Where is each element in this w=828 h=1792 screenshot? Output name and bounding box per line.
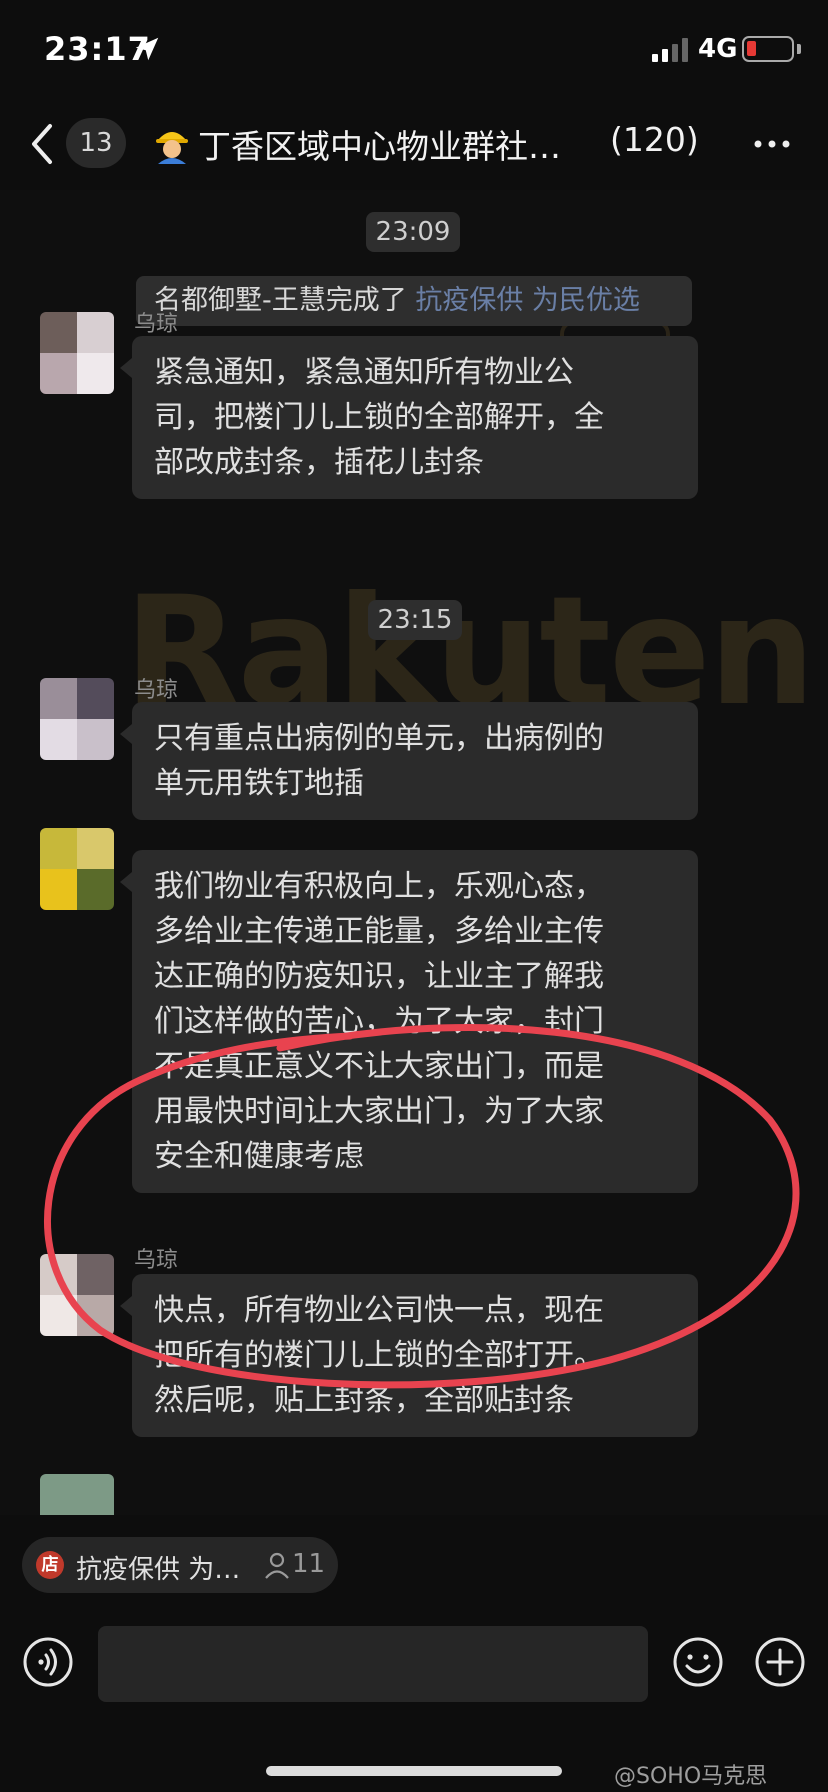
message-line: 然后呢，贴上封条，全部贴封条	[154, 1383, 574, 1418]
sender-name: 乌琼	[134, 1248, 179, 1273]
message-line: 只有重点出病例的单元，出病例的	[154, 721, 604, 756]
location-arrow-icon	[135, 37, 159, 61]
emoji-icon[interactable]	[672, 1636, 724, 1688]
sender-avatar[interactable]	[40, 312, 114, 394]
promo-text: 抗疫保供 为…	[76, 1555, 241, 1585]
sender-avatar[interactable]	[40, 1254, 114, 1336]
back-chevron-icon[interactable]	[28, 122, 58, 166]
unread-count-badge[interactable]: 13	[66, 118, 126, 168]
message-line: 多给业主传递正能量，多给业主传	[154, 914, 604, 949]
plus-icon[interactable]	[754, 1636, 806, 1688]
message-bubble[interactable]: 我们物业有积极向上，乐观心态， 多给业主传递正能量，多给业主传 达正确的防疫知识…	[120, 850, 698, 1193]
network-type: 4G	[698, 34, 738, 64]
battery-tip	[797, 44, 801, 54]
message-input[interactable]	[98, 1626, 648, 1702]
sender-name: 乌琼	[134, 678, 179, 703]
sender-avatar[interactable]	[40, 1474, 114, 1515]
group-title[interactable]: 丁香区域中心物业群社…	[198, 120, 561, 168]
sender-avatar[interactable]	[40, 828, 114, 910]
construction-worker-emoji-icon	[156, 132, 188, 164]
message-line: 们这样做的苦心，为了大家，封门	[154, 1004, 604, 1039]
message-line: 单元用铁钉地插	[154, 766, 364, 801]
participant-count: 11	[292, 1549, 326, 1579]
home-indicator[interactable]	[266, 1766, 562, 1776]
message-line: 司，把楼门儿上锁的全部解开，全	[154, 400, 604, 435]
message-bubble[interactable]: 只有重点出病例的单元，出病例的 单元用铁钉地插	[120, 702, 698, 820]
message-bubble[interactable]: 紧急通知，紧急通知所有物业公 司，把楼门儿上锁的全部解开，全 部改成封条，插花儿…	[120, 336, 698, 499]
member-count: (120)	[610, 120, 699, 159]
message-line: 达正确的防疫知识，让业主了解我	[154, 959, 604, 994]
voice-input-icon[interactable]	[22, 1636, 74, 1688]
system-notice-text: 名都御墅-王慧完成了	[154, 285, 416, 316]
message-list[interactable]: Rakuten 23:09 名都御墅-王慧完成了 抗疫保供 为民优选 乌琼 紧急…	[0, 190, 828, 1515]
timestamp-pill: 23:15	[368, 600, 462, 640]
chat-header: 13 丁香区域中心物业群社… (120)	[0, 100, 828, 190]
message-line: 不是真正意义不让大家出门，而是	[154, 1049, 604, 1084]
status-bar: 23:17 4G	[0, 0, 828, 100]
battery-icon	[742, 36, 794, 62]
message-bubble[interactable]: 快点，所有物业公司快一点，现在 把所有的楼门儿上锁的全部打开。 然后呢，贴上封条…	[120, 1274, 698, 1437]
timestamp-pill: 23:09	[366, 212, 460, 252]
message-line: 安全和健康考虑	[154, 1139, 364, 1174]
pinned-promo-chip[interactable]: 店 抗疫保供 为… 11	[22, 1537, 338, 1593]
system-notice-link[interactable]: 抗疫保供 为民优选	[415, 285, 640, 316]
message-line: 我们物业有积极向上，乐观心态，	[154, 869, 604, 904]
message-line: 快点，所有物业公司快一点，现在	[154, 1293, 604, 1328]
sender-avatar[interactable]	[40, 678, 114, 760]
image-watermark: @SOHO马克思	[614, 1764, 768, 1789]
sender-name: 乌琼	[134, 312, 179, 337]
person-icon	[265, 1552, 289, 1579]
message-line: 紧急通知，紧急通知所有物业公	[154, 355, 574, 390]
system-notice: 名都御墅-王慧完成了 抗疫保供 为民优选	[136, 276, 692, 326]
message-line: 部改成封条，插花儿封条	[154, 445, 484, 480]
shop-icon: 店	[36, 1551, 64, 1579]
message-line: 用最快时间让大家出门，为了大家	[154, 1094, 604, 1129]
more-options-icon[interactable]	[752, 124, 792, 164]
cellular-signal-icon	[652, 38, 688, 62]
input-bar	[0, 1610, 828, 1710]
message-line: 把所有的楼门儿上锁的全部打开。	[154, 1338, 604, 1373]
